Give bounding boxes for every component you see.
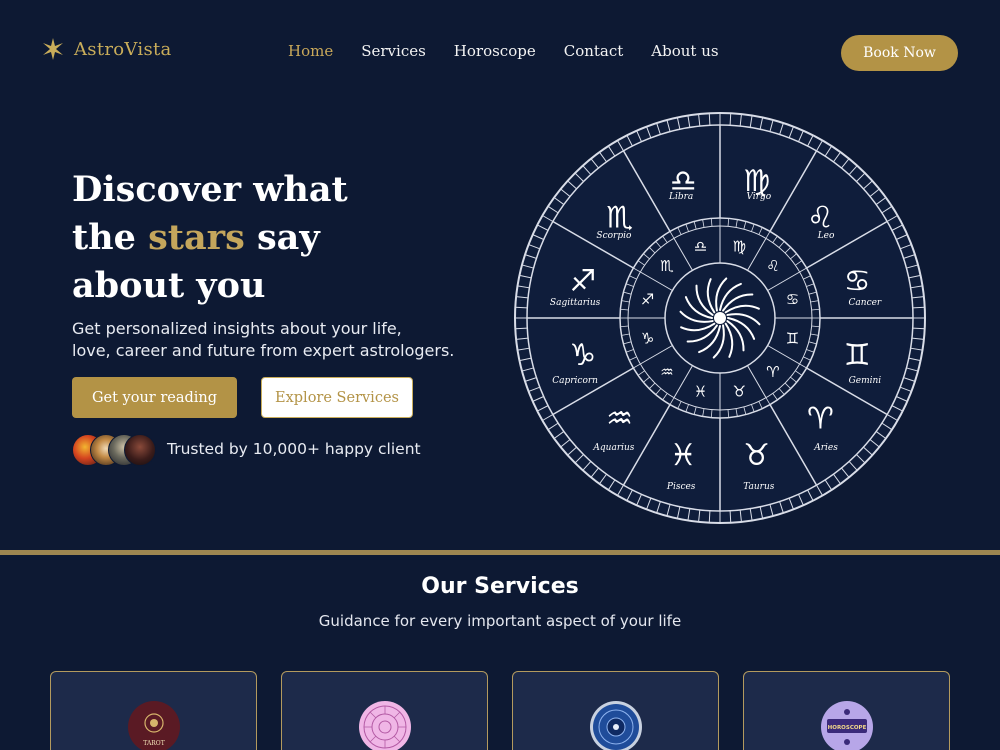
- zodiac-glyph-taurus: ♉: [733, 382, 746, 400]
- service-card-horoscope[interactable]: HOROSCOPE: [743, 671, 950, 750]
- zodiac-wheel: ♎Libra♎♍Virgo♍♌Leo♌ ♋Cancer♋♊Gemini♊♈Arie…: [514, 112, 926, 524]
- zodiac-glyph-aries: ♈: [766, 363, 779, 381]
- service-card-kundli[interactable]: [512, 671, 719, 750]
- kundli-icon: [590, 701, 642, 750]
- zodiac-label-virgo: Virgo: [746, 192, 771, 202]
- hero-description-line1: Get personalized insights about your lif…: [72, 319, 402, 338]
- sun-core: [714, 312, 726, 324]
- zodiac-glyph-aquarius: ♒: [660, 363, 673, 381]
- wheel-tick: [912, 306, 925, 309]
- nav-horoscope[interactable]: Horoscope: [454, 42, 536, 60]
- wheel-tick: [708, 510, 711, 523]
- hero-description: Get personalized insights about your lif…: [72, 318, 492, 362]
- nav-about-us[interactable]: About us: [651, 42, 718, 60]
- tarot-icon: TAROT: [128, 701, 180, 750]
- zodiac-label-leo: Leo: [817, 231, 835, 241]
- zodiac-label-pisces: Pisces: [666, 482, 696, 492]
- wheel-tick: [729, 510, 732, 523]
- zodiac-label-aquarius: Aquarius: [592, 443, 634, 453]
- hero-title: Discover what the stars say about you: [72, 166, 472, 310]
- zodiac-label-cancer: Cancer: [849, 298, 882, 308]
- section-divider: [0, 550, 1000, 555]
- main-nav: Home Services Horoscope Contact About us: [288, 42, 747, 60]
- zodiac-figure-gemini: ♊: [844, 338, 871, 373]
- zodiac-figure-aquarius: ♒: [606, 401, 633, 436]
- nav-home[interactable]: Home: [288, 42, 333, 60]
- zodiac-label-sagittarius: Sagittarius: [550, 298, 601, 308]
- service-card-tarot[interactable]: TAROT: [50, 671, 257, 750]
- zodiac-glyph-cancer: ♋: [786, 291, 799, 309]
- hero-title-line3: about you: [72, 265, 266, 306]
- explore-services-button[interactable]: Explore Services: [261, 377, 413, 418]
- nav-services[interactable]: Services: [361, 42, 426, 60]
- avatar: [124, 434, 156, 466]
- zodiac-label-libra: Libra: [668, 192, 693, 202]
- zodiac-glyph-pisces: ♓: [694, 382, 707, 400]
- wheel-tick: [708, 113, 711, 126]
- wheel-tick: [515, 306, 528, 309]
- service-card-zodiac-chart[interactable]: [281, 671, 488, 750]
- logo-text: AstroVista: [74, 38, 172, 60]
- horoscope-icon: HOROSCOPE: [821, 701, 873, 750]
- logo[interactable]: AstroVista: [42, 38, 172, 60]
- zodiac-figure-sagittarius: ♐: [569, 264, 596, 299]
- zodiac-label-capricorn: Capricorn: [552, 376, 598, 386]
- zodiac-glyph-libra: ♎: [694, 238, 707, 256]
- services-subtitle: Guidance for every important aspect of y…: [318, 612, 682, 630]
- zodiac-figure-pisces: ♓: [670, 438, 697, 473]
- hero-title-accent: stars: [148, 217, 245, 258]
- hero-description-line2: love, career and future from expert astr…: [72, 341, 455, 360]
- hero-title-line1: Discover what: [72, 169, 348, 210]
- zodiac-label-gemini: Gemini: [849, 376, 882, 386]
- hero-title-line2a: the: [72, 217, 149, 258]
- wheel-tick: [912, 327, 925, 330]
- zodiac-figure-taurus: ♉: [743, 438, 770, 473]
- tarot-badge: TAROT: [143, 740, 164, 747]
- zodiac-figure-cancer: ♋: [844, 264, 871, 299]
- get-reading-button[interactable]: Get your reading: [72, 377, 237, 418]
- zodiac-glyph-scorpio: ♏: [660, 257, 674, 275]
- site-header: AstroVista Home Services Horoscope Conta…: [0, 0, 1000, 100]
- book-now-button[interactable]: Book Now: [841, 35, 958, 71]
- zodiac-chart-icon: [359, 701, 411, 750]
- zodiac-label-taurus: Taurus: [743, 482, 775, 492]
- zodiac-glyph-capricorn: ♑: [641, 329, 654, 347]
- zodiac-figure-capricorn: ♑: [569, 338, 596, 373]
- zodiac-glyph-sagittarius: ♐: [641, 291, 654, 309]
- wheel-tick: [515, 327, 528, 330]
- zodiac-glyph-virgo: ♍: [733, 238, 746, 256]
- zodiac-figure-aries: ♈: [807, 401, 834, 436]
- trusted-text: Trusted by 10,000+ happy client: [167, 440, 421, 458]
- zodiac-label-aries: Aries: [813, 443, 838, 453]
- hero-title-line2b: say: [244, 217, 320, 258]
- client-avatars: [72, 434, 162, 468]
- horoscope-badge: HOROSCOPE: [828, 725, 867, 731]
- star-icon: [43, 38, 63, 60]
- wheel-tick: [729, 113, 732, 126]
- zodiac-glyph-leo: ♌: [766, 257, 779, 275]
- zodiac-glyph-gemini: ♊: [786, 329, 799, 347]
- services-title: Our Services: [421, 574, 579, 599]
- nav-contact[interactable]: Contact: [564, 42, 624, 60]
- zodiac-label-scorpio: Scorpio: [596, 231, 632, 241]
